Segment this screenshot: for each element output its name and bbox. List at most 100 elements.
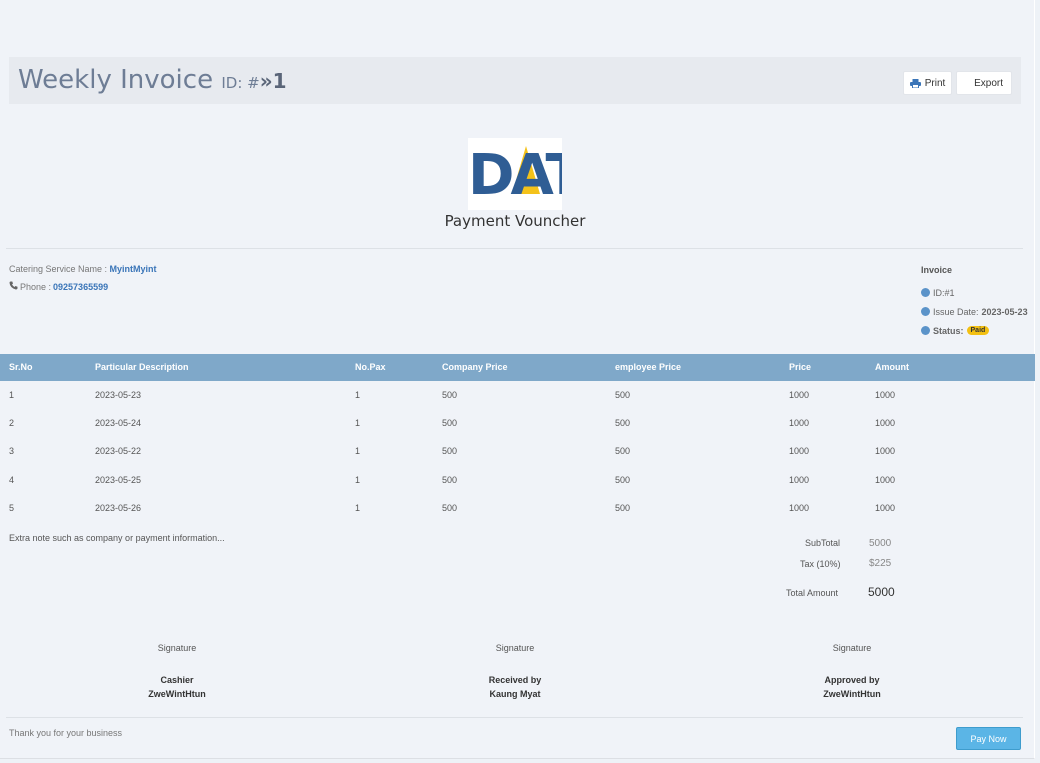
pay-now-button[interactable]: Pay Now bbox=[956, 727, 1021, 750]
caterer-name[interactable]: MyintMyint bbox=[110, 264, 157, 274]
tax-value: $225 bbox=[869, 558, 892, 569]
col-header: Particular Description bbox=[95, 362, 189, 372]
cell: 500 bbox=[442, 475, 458, 485]
cell: 500 bbox=[442, 446, 458, 456]
print-button[interactable]: Print bbox=[903, 71, 952, 95]
cell: 500 bbox=[615, 475, 631, 485]
cell: 1000 bbox=[875, 475, 896, 485]
extra-note: Extra note such as company or payment in… bbox=[9, 533, 225, 543]
cell: 1 bbox=[9, 390, 15, 400]
print-label: Print bbox=[924, 77, 946, 89]
title-text: Weekly Invoice bbox=[18, 65, 214, 95]
export-label: Export bbox=[974, 77, 1003, 89]
signature-name: Kaung Myat bbox=[489, 689, 541, 699]
cell: 1 bbox=[355, 503, 361, 513]
col-header: Amount bbox=[875, 362, 909, 372]
cell: 1000 bbox=[875, 390, 896, 400]
page-title: Weekly Invoice ID: #»1 bbox=[18, 65, 287, 95]
thank-you-text: Thank you for your business bbox=[9, 728, 123, 738]
signature-received: Signature Received by Kaung Myat bbox=[435, 643, 595, 701]
invoice-heading: Invoice bbox=[921, 265, 953, 275]
col-header: Price bbox=[789, 362, 812, 372]
invoice-details: Invoice ID:#1 Issue Date: 2023-05-23 Sta… bbox=[921, 265, 1028, 340]
phone-info: Phone : 09257365599 bbox=[9, 281, 108, 292]
signature-approved: Signature Approved by ZweWintHtun bbox=[772, 643, 932, 701]
issue-date: 2023-05-23 bbox=[981, 306, 1028, 317]
phone-label: Phone : bbox=[20, 281, 52, 292]
cell: 1000 bbox=[789, 390, 810, 400]
cell: 4 bbox=[9, 475, 15, 485]
cell: 2023-05-22 bbox=[95, 446, 142, 456]
cell: 500 bbox=[615, 446, 631, 456]
status-badge: Paid bbox=[966, 326, 990, 335]
status-label: Status: bbox=[933, 325, 964, 336]
cell: 1 bbox=[355, 390, 361, 400]
cell: 500 bbox=[442, 390, 458, 400]
cell: 1000 bbox=[789, 503, 810, 513]
cell: 5 bbox=[9, 503, 15, 513]
subtotal-value: 5000 bbox=[869, 538, 892, 549]
table-row: 1 2023-05-23 1 500 500 1000 1000 bbox=[0, 382, 1035, 410]
signature-role: Approved by bbox=[824, 675, 880, 685]
cell: 2023-05-25 bbox=[95, 475, 142, 485]
signature-label: Signature bbox=[495, 643, 535, 653]
phone-number[interactable]: 09257365599 bbox=[53, 282, 108, 292]
caterer-info: Catering Service Name : MyintMyint bbox=[9, 264, 157, 274]
cell: 2023-05-23 bbox=[95, 390, 142, 400]
cell: 500 bbox=[615, 503, 631, 513]
bullet-icon bbox=[921, 288, 930, 297]
col-header: No.Pax bbox=[355, 362, 386, 372]
signature-role: Received by bbox=[488, 675, 542, 685]
col-header: Sr.No bbox=[9, 362, 33, 372]
export-button[interactable]: Export bbox=[956, 71, 1012, 95]
total-label: Total Amount bbox=[786, 588, 839, 598]
voucher-title: Payment Vouncher bbox=[444, 212, 586, 230]
cell: 3 bbox=[9, 446, 15, 456]
header-bar: Weekly Invoice ID: #»1 Print Export bbox=[9, 57, 1021, 104]
cell: 1000 bbox=[789, 446, 810, 456]
cell: 1 bbox=[355, 446, 361, 456]
subtotal-label: SubTotal bbox=[805, 538, 841, 548]
tax-label: Tax (10%) bbox=[800, 559, 841, 569]
cell: 2023-05-24 bbox=[95, 418, 142, 428]
table-row: 3 2023-05-22 1 500 500 1000 1000 bbox=[0, 438, 1035, 466]
invoice-id-row: ID:#1 bbox=[921, 283, 1028, 302]
col-header: employee Price bbox=[615, 362, 682, 372]
divider bbox=[6, 717, 1023, 718]
cell: 2023-05-26 bbox=[95, 503, 142, 513]
col-header: Company Price bbox=[442, 362, 508, 372]
company-logo: DAT bbox=[468, 138, 562, 210]
cell: 1000 bbox=[875, 503, 896, 513]
table-row: 5 2023-05-26 1 500 500 1000 1000 bbox=[0, 495, 1035, 523]
signature-role: Cashier bbox=[160, 675, 194, 685]
issue-date-row: Issue Date: 2023-05-23 bbox=[921, 302, 1028, 321]
invoice-page: Weekly Invoice ID: #»1 Print Export DAT … bbox=[0, 0, 1035, 759]
id-value: 1 bbox=[272, 69, 287, 93]
table-row: 2 2023-05-24 1 500 500 1000 1000 bbox=[0, 410, 1035, 438]
invoice-id: ID:#1 bbox=[933, 287, 955, 298]
cell: 1000 bbox=[789, 418, 810, 428]
id-label: ID: # bbox=[221, 74, 260, 92]
issue-date-label: Issue Date: bbox=[933, 306, 979, 317]
id-glyph: » bbox=[259, 69, 273, 93]
caterer-name-label: Catering Service Name : bbox=[9, 264, 110, 274]
signature-label: Signature bbox=[157, 643, 197, 653]
cell: 1 bbox=[355, 418, 361, 428]
cell: 1 bbox=[355, 475, 361, 485]
cell: 500 bbox=[615, 390, 631, 400]
cell: 1000 bbox=[789, 475, 810, 485]
bullet-icon bbox=[921, 307, 930, 316]
cell: 500 bbox=[442, 418, 458, 428]
cell: 500 bbox=[442, 503, 458, 513]
cell: 1000 bbox=[875, 446, 896, 456]
total-value: 5000 bbox=[868, 585, 895, 599]
signature-cashier: Signature Cashier ZweWintHtun bbox=[97, 643, 257, 701]
cell: 500 bbox=[615, 418, 631, 428]
phone-icon bbox=[9, 281, 18, 292]
cell: 2 bbox=[9, 418, 15, 428]
table-header: Sr.No Particular Description No.Pax Comp… bbox=[0, 354, 1035, 381]
signature-label: Signature bbox=[832, 643, 872, 653]
table-row: 4 2023-05-25 1 500 500 1000 1000 bbox=[0, 467, 1035, 495]
status-row: Status: Paid bbox=[921, 321, 1028, 340]
printer-icon bbox=[909, 78, 921, 88]
